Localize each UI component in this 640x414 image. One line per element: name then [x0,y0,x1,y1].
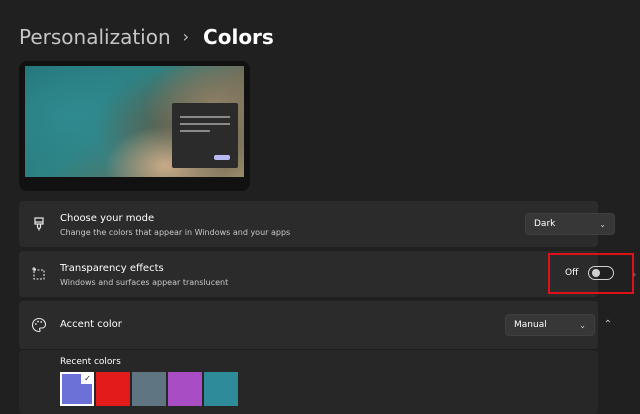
transparency-icon [32,267,45,280]
mode-dropdown[interactable]: Dark ⌄ [525,213,615,235]
check-icon: ✓ [81,372,94,384]
breadcrumb: Personalization › Colors [19,24,274,50]
color-swatch[interactable] [96,372,130,406]
color-swatch[interactable] [168,372,202,406]
breadcrumb-separator: › [182,27,190,46]
preview-button [214,155,230,160]
chevron-down-icon: ⌄ [599,219,606,229]
color-swatch[interactable] [204,372,238,406]
recent-colors-label: Recent colors [60,357,121,367]
chevron-down-icon: ⌄ [579,320,586,330]
recent-colors-section: Recent colors ✓ [19,349,598,414]
palette-icon [31,317,47,333]
accent-card[interactable]: Accent color Manual ⌄ ⌃ [19,301,612,349]
mode-card: Choose your mode Change the colors that … [19,201,615,247]
brush-icon [34,217,44,231]
preview-line [180,130,210,132]
transparency-title: Transparency effects [60,263,164,274]
color-swatch[interactable] [132,372,166,406]
mode-title: Choose your mode [60,213,155,224]
chevron-up-icon: ⌃ [603,318,613,330]
collapse-accent-button[interactable]: ⌃ [599,315,617,333]
preview-window [172,103,238,168]
theme-preview [19,61,250,191]
highlight-box [548,253,634,294]
accent-dropdown[interactable]: Manual ⌄ [505,314,595,336]
preview-line [180,123,230,125]
accent-title: Accent color [60,319,122,330]
preview-wallpaper [25,66,244,177]
scroll-indicator: › [633,270,637,279]
mode-dropdown-value: Dark [534,219,556,229]
recent-colors-swatches: ✓ [60,372,240,406]
transparency-card: Transparency effects Windows and surface… [19,251,614,297]
accent-dropdown-value: Manual [514,320,547,330]
preview-line [180,116,230,118]
mode-description: Change the colors that appear in Windows… [60,228,291,237]
breadcrumb-personalization[interactable]: Personalization [19,24,171,50]
color-swatch[interactable]: ✓ [60,372,94,406]
transparency-description: Windows and surfaces appear translucent [60,278,229,287]
page-title: Colors [203,25,274,49]
